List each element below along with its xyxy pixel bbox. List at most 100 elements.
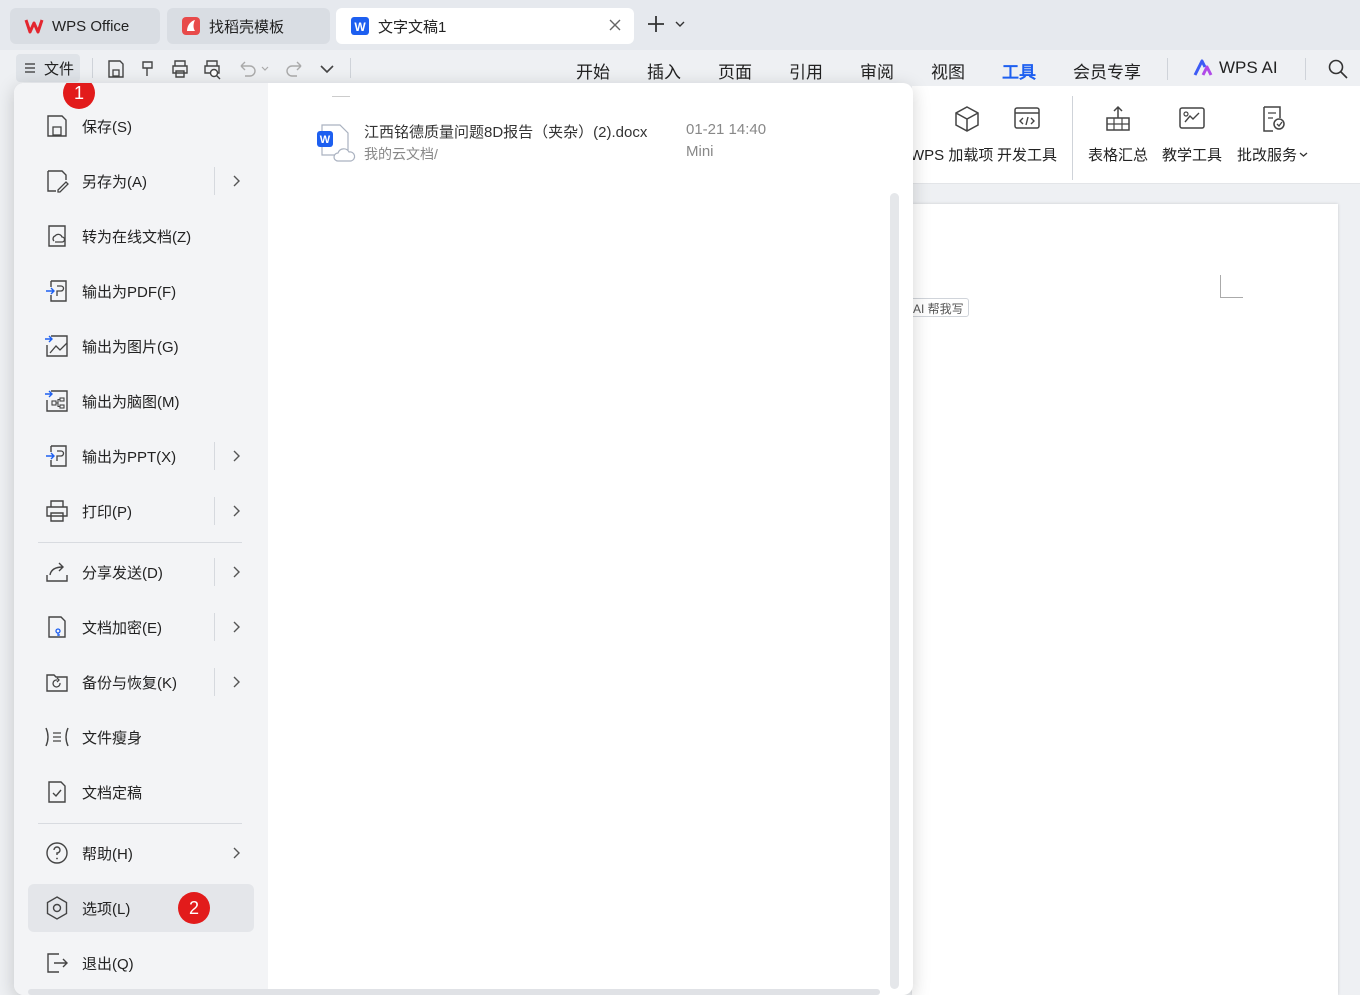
ribbon-label: 表格汇总 <box>1088 147 1149 164</box>
chevron-right-icon <box>233 175 240 187</box>
ribbon-label: 教学工具 <box>1162 147 1223 164</box>
horizontal-scrollbar[interactable] <box>28 989 880 995</box>
correction-service-label: 批改服务 <box>1237 147 1298 164</box>
vertical-scrollbar[interactable] <box>890 193 899 989</box>
tab-home[interactable]: 开始 <box>576 58 610 83</box>
dev-tools-icon <box>1014 107 1040 129</box>
chevron-right-icon <box>233 505 240 517</box>
table-summary-icon <box>1106 105 1130 131</box>
menu-item-export-mindmap[interactable]: 输出为脑图(M) <box>28 377 254 425</box>
menu-item-label: 转为在线文档(Z) <box>82 228 192 246</box>
submenu-arrow[interactable] <box>214 442 254 470</box>
menu-item-label: 另存为(A) <box>82 173 147 191</box>
menu-item-convert-online[interactable]: 转为在线文档(Z) <box>28 212 254 260</box>
menu-item-backup[interactable]: 备份与恢复(K) <box>28 658 254 706</box>
save-icon <box>47 115 67 137</box>
tab-wps-office[interactable]: WPS Office <box>10 8 160 44</box>
menu-item-finalize[interactable]: 文档定稿 <box>28 768 254 816</box>
teaching-tools-button[interactable]: 教学工具 <box>1162 104 1222 165</box>
ribbon-tools: WPS 加载项 开发工具 表格汇总 教学工具 批改服务 <box>910 86 1360 184</box>
print-preview-icon[interactable] <box>201 58 223 80</box>
wps-ai-button[interactable]: WPS AI <box>1193 58 1278 78</box>
menu-item-encrypt[interactable]: 文档加密(E) <box>28 603 254 651</box>
tab-page[interactable]: 页面 <box>718 58 752 83</box>
tab-document-1[interactable]: W 文字文稿1 <box>336 8 634 44</box>
tab-member[interactable]: 会员专享 <box>1073 58 1141 83</box>
tab-tools[interactable]: 工具 <box>1002 58 1036 90</box>
ribbon-label: 开发工具 <box>997 147 1058 164</box>
recent-file-device: Mini <box>686 143 714 160</box>
correction-service-button[interactable]: 批改服务 <box>1237 104 1308 165</box>
menu-item-label: 选项(L) <box>82 900 131 918</box>
share-icon <box>46 562 68 582</box>
menu-item-share[interactable]: 分享发送(D) <box>28 548 254 596</box>
submenu-arrow[interactable] <box>214 167 254 195</box>
file-menu-button[interactable]: 文件 <box>16 54 80 82</box>
menu-item-help[interactable]: 帮助(H) <box>28 829 254 877</box>
ai-help-write-button[interactable]: AI 帮我写 <box>908 298 969 317</box>
tab-reference[interactable]: 引用 <box>789 58 823 83</box>
divider <box>1167 58 1168 80</box>
menu-item-label: 输出为PDF(F) <box>82 283 177 301</box>
menu-item-label: 保存(S) <box>82 118 132 136</box>
chevron-down-icon <box>1299 152 1308 157</box>
search-icon[interactable] <box>1327 58 1349 80</box>
menu-item-label: 输出为图片(G) <box>82 338 179 356</box>
menu-item-slim[interactable]: 文件瘦身 <box>28 713 254 761</box>
more-dropdown-icon[interactable] <box>316 58 338 80</box>
divider <box>1072 96 1073 180</box>
svg-text:W: W <box>320 134 331 146</box>
divider <box>38 823 242 824</box>
undo-icon[interactable] <box>236 58 258 80</box>
menu-item-export-ppt[interactable]: 输出为PPT(X) <box>28 432 254 480</box>
menu-item-save[interactable]: 保存(S) <box>28 102 254 150</box>
menu-item-print[interactable]: 打印(P) <box>28 487 254 535</box>
chevron-right-icon <box>233 676 240 688</box>
format-painter-icon[interactable] <box>137 58 159 80</box>
table-summary-button[interactable]: 表格汇总 <box>1088 104 1148 165</box>
menu-item-label: 文件瘦身 <box>82 729 143 747</box>
menu-item-export-pdf[interactable]: 输出为PDF(F) <box>28 267 254 315</box>
divider <box>332 96 350 97</box>
wps-ai-label: WPS AI <box>1219 58 1278 77</box>
plus-icon[interactable] <box>646 14 666 34</box>
tab-view[interactable]: 视图 <box>931 58 965 83</box>
submenu-arrow[interactable] <box>214 668 254 696</box>
submenu-arrow[interactable] <box>214 839 254 867</box>
slim-icon <box>45 727 69 747</box>
undo-dropdown-icon[interactable] <box>260 64 270 74</box>
recent-file-path: 我的云文档/ <box>364 146 438 162</box>
chevron-down-icon[interactable] <box>674 18 686 30</box>
submenu-arrow[interactable] <box>214 558 254 586</box>
document-page[interactable] <box>912 204 1338 995</box>
file-menu-label: 文件 <box>44 60 75 78</box>
save-quick-icon[interactable] <box>105 58 127 80</box>
chevron-right-icon <box>233 450 240 462</box>
correction-service-icon <box>1262 106 1285 132</box>
wps-addin-button[interactable]: WPS 加载项 <box>910 104 993 165</box>
menu-item-export-image[interactable]: 输出为图片(G) <box>28 322 254 370</box>
menu-item-save-as[interactable]: 另存为(A) <box>28 157 254 205</box>
save-as-icon <box>47 170 69 193</box>
online-doc-icon <box>48 225 66 247</box>
redo-icon[interactable] <box>284 58 306 80</box>
close-tab-icon[interactable] <box>608 18 622 32</box>
menu-item-options[interactable]: 选项(L) <box>28 884 254 932</box>
menu-item-exit[interactable]: 退出(Q) <box>28 939 254 987</box>
submenu-arrow[interactable] <box>214 613 254 641</box>
tab-review[interactable]: 审阅 <box>860 58 894 83</box>
menu-item-label: 分享发送(D) <box>82 564 163 582</box>
tab-daoke-templates[interactable]: 找稻壳模板 <box>167 8 330 44</box>
finalize-icon <box>48 781 66 803</box>
new-tab-group <box>646 14 686 34</box>
submenu-arrow[interactable] <box>214 497 254 525</box>
print-quick-icon[interactable] <box>169 58 191 80</box>
tab-insert[interactable]: 插入 <box>647 58 681 83</box>
menu-item-label: 打印(P) <box>82 503 132 521</box>
image-export-icon <box>45 335 68 357</box>
pdf-export-icon <box>46 280 67 302</box>
dev-tools-button[interactable]: 开发工具 <box>997 104 1057 165</box>
recent-file-item[interactable]: W 江西铭德质量问题8D报告（夹杂）(2).docx 我的云文档/ 01-21 … <box>316 119 836 167</box>
recent-file-time: 01-21 14:40 <box>686 121 767 138</box>
divider <box>1305 58 1306 80</box>
